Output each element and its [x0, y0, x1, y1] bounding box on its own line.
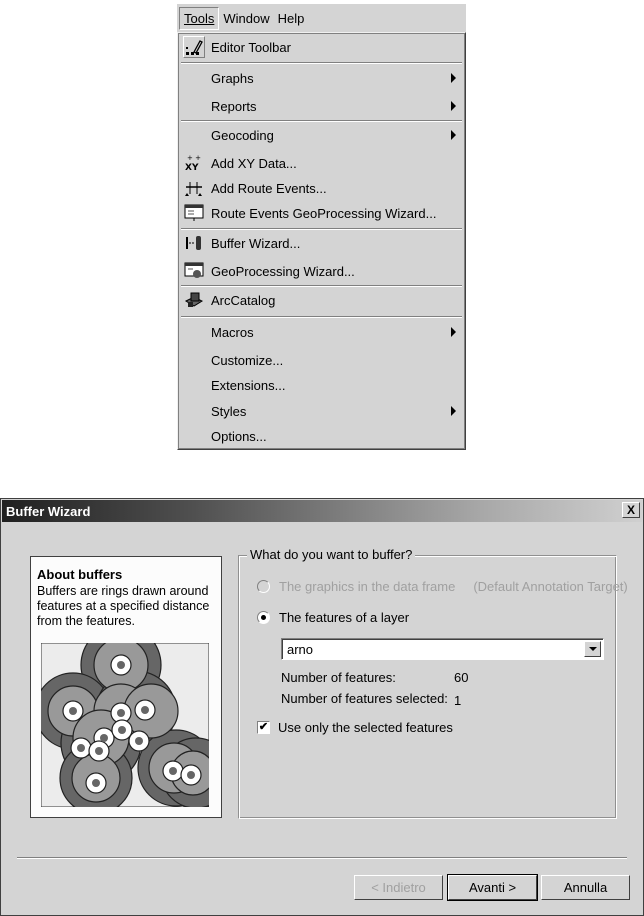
menu-separator [181, 62, 462, 64]
menu-item-route-events-wizard[interactable]: Route Events GeoProcessing Wizard... [181, 201, 462, 225]
menu-item-add-route-events[interactable]: Add Route Events... [181, 176, 462, 200]
menu-separator [181, 316, 462, 318]
submenu-arrow-icon [451, 130, 456, 140]
use-selected-option[interactable]: ✔ Use only the selected features [257, 720, 453, 735]
close-icon: X [626, 503, 635, 517]
radio-layer[interactable] [257, 611, 270, 624]
buffer-target-group: What do you want to buffer? The graphics… [238, 547, 628, 819]
menu-item-arccatalog[interactable]: ArcCatalog [181, 288, 462, 312]
svg-text:XY: XY [185, 163, 199, 172]
submenu-arrow-icon [451, 327, 456, 337]
radio-layer-option[interactable]: The features of a layer [257, 610, 409, 625]
menu-help[interactable]: Help [274, 8, 309, 29]
menu-item-graphs[interactable]: Graphs [181, 66, 462, 90]
chevron-down-icon [588, 647, 597, 651]
about-text: Buffers are rings drawn around features … [37, 584, 210, 628]
menu-item-macros[interactable]: Macros [181, 320, 462, 344]
menu-item-customize[interactable]: Customize... [181, 348, 462, 372]
menu-item-editor-toolbar[interactable]: Editor Toolbar [181, 35, 462, 59]
about-panel: About buffers Buffers are rings drawn ar… [30, 556, 222, 818]
buffer-wizard-icon [183, 232, 205, 254]
layer-select-value: arno [287, 642, 314, 657]
menu-item-styles[interactable]: Styles [181, 399, 462, 423]
geoprocessing-wizard-icon [183, 260, 205, 282]
menubar: Tools Window Help [177, 4, 466, 32]
dropdown-button[interactable] [584, 641, 601, 657]
svg-text:+ +: + + [187, 154, 201, 162]
menu-item-geoprocessing-wizard[interactable]: GeoProcessing Wizard... [181, 259, 462, 283]
menu-tools[interactable]: Tools [179, 6, 220, 30]
menu-item-add-xy-data[interactable]: + + XY Add XY Data... [181, 151, 462, 175]
add-route-events-icon [183, 177, 205, 199]
route-events-wizard-icon [183, 202, 205, 224]
menu-separator [181, 285, 462, 287]
menu-item-extensions[interactable]: Extensions... [181, 373, 462, 397]
use-selected-checkbox[interactable]: ✔ [257, 721, 270, 734]
submenu-arrow-icon [451, 406, 456, 416]
buffer-illustration [41, 643, 209, 807]
submenu-arrow-icon [451, 101, 456, 111]
num-features-value: 60 [454, 670, 469, 685]
radio-graphics-note: (Default Annotation Target) [473, 579, 628, 594]
menu-item-reports[interactable]: Reports [181, 94, 462, 118]
num-selected-label: Number of features selected: [281, 691, 448, 706]
title-bar[interactable]: Buffer Wizard [2, 500, 642, 522]
num-selected-value: 1 [454, 693, 462, 708]
num-features-label: Number of features: [281, 670, 396, 685]
menu-separator [181, 120, 462, 122]
menu-item-geocoding[interactable]: Geocoding [181, 123, 462, 147]
next-button[interactable]: Avanti > [447, 874, 538, 901]
arccatalog-icon [183, 289, 205, 311]
menu-window[interactable]: Window [219, 8, 273, 29]
buffer-wizard-dialog: Buffer Wizard X About buffers Buffers ar… [0, 498, 644, 916]
about-heading: About buffers [37, 567, 123, 582]
menu-separator [181, 228, 462, 230]
radio-graphics-option[interactable]: The graphics in the data frame (Default … [257, 579, 628, 594]
close-button[interactable]: X [622, 502, 640, 518]
dialog-title: Buffer Wizard [6, 503, 91, 519]
radio-layer-label: The features of a layer [279, 610, 410, 625]
tools-menu: Editor Toolbar Graphs Reports Geocoding … [177, 32, 466, 450]
editor-toolbar-icon [183, 36, 205, 58]
back-button[interactable]: < Indietro [354, 875, 443, 900]
layer-select[interactable]: arno [281, 638, 604, 660]
use-selected-label: Use only the selected features [278, 720, 453, 735]
cancel-button[interactable]: Annulla [541, 875, 630, 900]
group-legend: What do you want to buffer? [247, 547, 416, 562]
add-xy-data-icon: + + XY [183, 152, 205, 174]
submenu-arrow-icon [451, 73, 456, 83]
footer-separator [17, 857, 627, 859]
radio-graphics-label: The graphics in the data frame [279, 579, 456, 594]
menu-item-buffer-wizard[interactable]: Buffer Wizard... [181, 231, 462, 255]
radio-graphics[interactable] [257, 580, 270, 593]
menu-item-options[interactable]: Options... [181, 424, 462, 448]
